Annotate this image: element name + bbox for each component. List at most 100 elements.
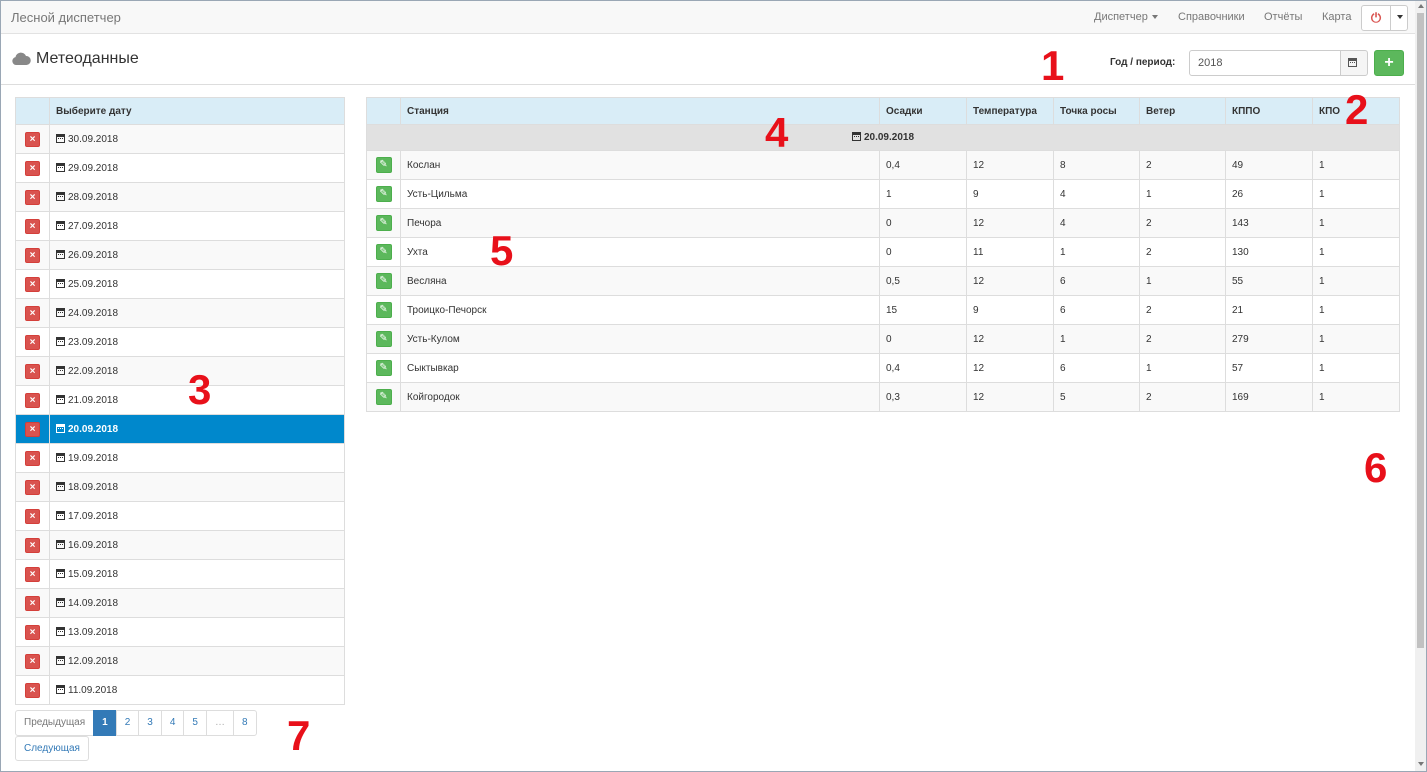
station-cell: 9 xyxy=(966,295,1054,325)
date-cell[interactable]: 20.09.2018 xyxy=(49,414,345,444)
date-cell[interactable]: 24.09.2018 xyxy=(49,298,345,328)
date-row[interactable]: × 26.09.2018 xyxy=(15,240,345,270)
delete-date-button[interactable]: × xyxy=(25,334,40,350)
station-cell: 12 xyxy=(966,324,1054,354)
date-row[interactable]: × 25.09.2018 xyxy=(15,269,345,299)
chevron-down-icon xyxy=(1151,15,1158,20)
date-row[interactable]: × 16.09.2018 xyxy=(15,530,345,560)
power-dropdown-toggle[interactable] xyxy=(1391,6,1408,30)
prev-page-button[interactable]: Предыдущая xyxy=(15,710,95,736)
edit-station-button[interactable]: ✎ xyxy=(375,273,392,289)
add-button[interactable]: + xyxy=(1374,50,1404,76)
delete-date-button[interactable]: × xyxy=(25,131,40,147)
station-cell: Ухта xyxy=(400,237,880,267)
date-row[interactable]: × 24.09.2018 xyxy=(15,298,345,328)
nav-directories[interactable]: Справочники xyxy=(1178,11,1245,23)
page-link[interactable]: 8 xyxy=(232,710,257,736)
edit-station-button[interactable]: ✎ xyxy=(375,244,392,260)
delete-date-button[interactable]: × xyxy=(25,450,40,466)
date-cell[interactable]: 30.09.2018 xyxy=(49,124,345,154)
nav-dispatcher[interactable]: Диспетчер xyxy=(1094,11,1158,23)
brand[interactable]: Лесной диспетчер xyxy=(11,10,121,25)
date-cell[interactable]: 27.09.2018 xyxy=(49,211,345,241)
period-input[interactable] xyxy=(1189,50,1341,76)
page-link[interactable]: 3 xyxy=(138,710,162,736)
delete-date-button[interactable]: × xyxy=(25,682,40,698)
delete-cell: × xyxy=(15,182,50,212)
date-row[interactable]: × 23.09.2018 xyxy=(15,327,345,357)
date-row[interactable]: × 18.09.2018 xyxy=(15,472,345,502)
date-cell[interactable]: 15.09.2018 xyxy=(49,559,345,589)
edit-station-button[interactable]: ✎ xyxy=(375,389,392,405)
vertical-scrollbar[interactable] xyxy=(1415,1,1426,771)
date-cell[interactable]: 28.09.2018 xyxy=(49,182,345,212)
delete-date-button[interactable]: × xyxy=(25,653,40,669)
nav-map[interactable]: Карта xyxy=(1322,11,1351,23)
date-cell[interactable]: 18.09.2018 xyxy=(49,472,345,502)
delete-date-button[interactable]: × xyxy=(25,595,40,611)
edit-station-button[interactable]: ✎ xyxy=(375,331,392,347)
calendar-button[interactable] xyxy=(1340,50,1368,76)
date-label: 17.09.2018 xyxy=(68,510,119,522)
delete-cell: × xyxy=(15,443,50,473)
date-cell[interactable]: 13.09.2018 xyxy=(49,617,345,647)
scroll-down-icon[interactable] xyxy=(1418,762,1424,766)
date-row[interactable]: × 27.09.2018 xyxy=(15,211,345,241)
date-cell[interactable]: 11.09.2018 xyxy=(49,675,345,705)
delete-date-button[interactable]: × xyxy=(25,218,40,234)
date-row[interactable]: × 13.09.2018 xyxy=(15,617,345,647)
edit-station-button[interactable]: ✎ xyxy=(375,157,392,173)
date-row[interactable]: × 22.09.2018 xyxy=(15,356,345,386)
page-link[interactable]: 2 xyxy=(115,710,140,736)
date-cell[interactable]: 16.09.2018 xyxy=(49,530,345,560)
delete-date-button[interactable]: × xyxy=(25,276,40,292)
edit-station-button[interactable]: ✎ xyxy=(375,360,392,376)
date-row[interactable]: × 28.09.2018 xyxy=(15,182,345,212)
scroll-up-icon[interactable] xyxy=(1418,4,1424,8)
delete-date-button[interactable]: × xyxy=(25,247,40,263)
date-row[interactable]: × 21.09.2018 xyxy=(15,385,345,415)
date-row[interactable]: × 30.09.2018 xyxy=(15,124,345,154)
delete-date-button[interactable]: × xyxy=(25,421,40,437)
next-page-button[interactable]: Следующая xyxy=(15,736,89,761)
date-row[interactable]: × 17.09.2018 xyxy=(15,501,345,531)
close-icon: × xyxy=(29,481,36,493)
date-row[interactable]: × 20.09.2018 xyxy=(15,414,345,444)
page-link[interactable]: 1 xyxy=(93,710,117,736)
edit-station-button[interactable]: ✎ xyxy=(375,186,392,202)
edit-station-button[interactable]: ✎ xyxy=(375,302,392,318)
date-cell[interactable]: 12.09.2018 xyxy=(49,646,345,676)
date-row[interactable]: × 12.09.2018 xyxy=(15,646,345,676)
delete-date-button[interactable]: × xyxy=(25,160,40,176)
power-button[interactable]: ⏻ xyxy=(1362,6,1391,30)
date-cell[interactable]: 23.09.2018 xyxy=(49,327,345,357)
delete-date-button[interactable]: × xyxy=(25,392,40,408)
delete-date-button[interactable]: × xyxy=(25,508,40,524)
delete-cell: × xyxy=(15,385,50,415)
date-cell[interactable]: 17.09.2018 xyxy=(49,501,345,531)
page-link[interactable]: 4 xyxy=(160,710,185,736)
date-cell[interactable]: 14.09.2018 xyxy=(49,588,345,618)
date-row[interactable]: × 15.09.2018 xyxy=(15,559,345,589)
delete-date-button[interactable]: × xyxy=(25,537,40,553)
date-cell[interactable]: 29.09.2018 xyxy=(49,153,345,183)
edit-station-button[interactable]: ✎ xyxy=(375,215,392,231)
delete-date-button[interactable]: × xyxy=(25,189,40,205)
close-icon: × xyxy=(29,278,36,290)
delete-date-button[interactable]: × xyxy=(25,305,40,321)
date-row[interactable]: × 29.09.2018 xyxy=(15,153,345,183)
date-cell[interactable]: 26.09.2018 xyxy=(49,240,345,270)
delete-date-button[interactable]: × xyxy=(25,566,40,582)
delete-date-button[interactable]: × xyxy=(25,624,40,640)
date-row[interactable]: × 14.09.2018 xyxy=(15,588,345,618)
scroll-thumb[interactable] xyxy=(1417,13,1424,648)
page-link[interactable]: 5 xyxy=(183,710,207,736)
date-row[interactable]: × 19.09.2018 xyxy=(15,443,345,473)
date-label: 15.09.2018 xyxy=(68,568,119,580)
date-row[interactable]: × 11.09.2018 xyxy=(15,675,345,705)
date-cell[interactable]: 19.09.2018 xyxy=(49,443,345,473)
delete-date-button[interactable]: × xyxy=(25,363,40,379)
delete-date-button[interactable]: × xyxy=(25,479,40,495)
date-cell[interactable]: 25.09.2018 xyxy=(49,269,345,299)
nav-reports[interactable]: Отчёты xyxy=(1264,11,1302,23)
